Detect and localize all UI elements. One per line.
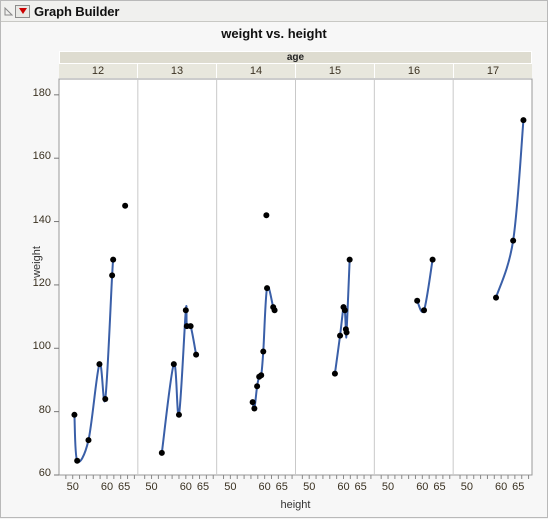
data-point [71, 411, 78, 418]
data-point [74, 457, 81, 464]
scatter-plot-canvas[interactable] [1, 1, 548, 519]
data-point [187, 323, 194, 330]
data-point [331, 370, 338, 377]
data-point [251, 405, 258, 412]
data-point [182, 307, 189, 314]
data-point [102, 395, 109, 402]
data-point [96, 361, 103, 368]
data-point [263, 212, 270, 219]
data-point [520, 117, 527, 124]
data-point [421, 307, 428, 314]
data-point [343, 329, 350, 336]
data-point [109, 272, 116, 279]
data-point [337, 332, 344, 339]
data-point [85, 437, 92, 444]
data-point [429, 256, 436, 263]
data-point [122, 202, 129, 209]
data-point [264, 285, 271, 292]
data-point [493, 294, 500, 301]
data-point [341, 307, 348, 314]
data-point [510, 237, 517, 244]
data-point [170, 361, 177, 368]
graph-builder-window: Graph Builder weight vs. height age 12 1… [0, 0, 548, 518]
data-point [175, 411, 182, 418]
data-point [254, 383, 261, 390]
data-point [414, 297, 421, 304]
data-point [158, 449, 165, 456]
data-point [249, 399, 256, 406]
data-point [271, 307, 278, 314]
data-point [193, 351, 200, 358]
data-point [258, 372, 265, 379]
data-point [260, 348, 267, 355]
data-point [110, 256, 117, 263]
data-point [346, 256, 353, 263]
